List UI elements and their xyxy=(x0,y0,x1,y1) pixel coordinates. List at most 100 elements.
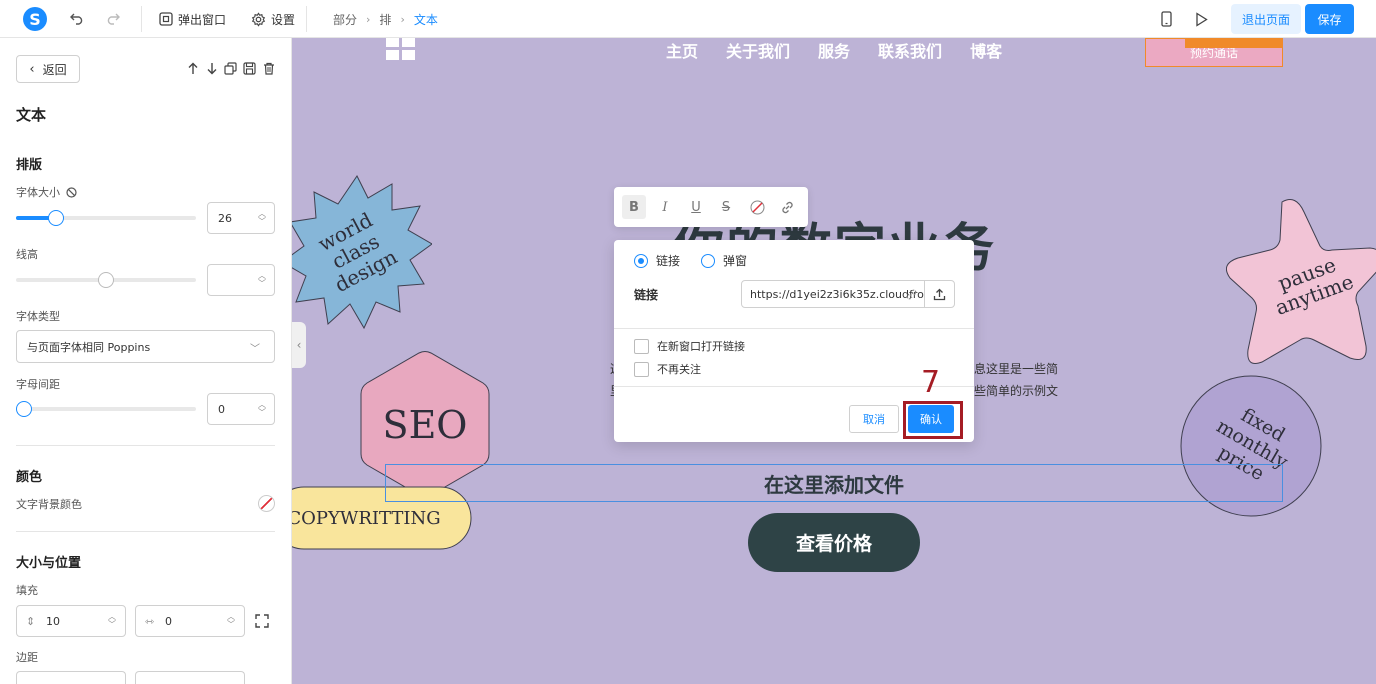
font-size-input[interactable]: 26 ︿ ﹀ xyxy=(207,202,275,234)
letter-spacing-slider[interactable] xyxy=(16,401,196,417)
upload-button[interactable] xyxy=(924,280,955,308)
no-color-swatch-icon[interactable] xyxy=(258,495,275,512)
back-button[interactable]: ‹ 返回 xyxy=(16,55,80,83)
underline-icon[interactable]: U xyxy=(684,195,708,219)
padding-vertical-input[interactable]: ⇕ 10 ︿ ﹀ xyxy=(16,605,126,637)
letter-spacing-value: 0 xyxy=(218,402,225,416)
selected-text-element[interactable]: 在这里添加文件 xyxy=(385,464,1283,502)
checkbox[interactable] xyxy=(634,361,649,377)
radio-dot-selected[interactable] xyxy=(634,253,648,268)
font-type-select[interactable]: 与页面字体相同 Poppins ﹀ xyxy=(16,330,275,363)
open-new-window-checkbox[interactable]: 在新窗口打开链接 xyxy=(634,338,745,354)
padding-horizontal-input[interactable]: ⇿ 0 ︿ ﹀ xyxy=(135,605,245,637)
font-size-label-text: 字体大小 xyxy=(16,186,60,199)
popup-button[interactable]: 弹出窗口 xyxy=(159,10,226,28)
move-up-icon[interactable] xyxy=(186,61,199,75)
divider xyxy=(16,531,275,532)
pause-anytime-sticker[interactable]: pause anytime xyxy=(1226,198,1376,368)
nav-item[interactable]: 博客 xyxy=(970,38,1002,62)
sticker-text: SEO xyxy=(383,403,468,447)
line-height-input[interactable]: ︿ ﹀ xyxy=(207,264,275,296)
checkbox[interactable] xyxy=(634,338,649,354)
text-format-toolbar: B I U S xyxy=(614,187,808,227)
stepper-icon[interactable]: ︿ ﹀ xyxy=(258,401,266,417)
divider xyxy=(614,328,974,329)
url-input[interactable]: https://d1yei2z3i6k35z.cloudfront.net xyxy=(741,280,925,308)
move-down-icon[interactable] xyxy=(205,61,218,75)
popup-label: 弹出窗口 xyxy=(178,12,227,27)
element-actions xyxy=(186,61,275,75)
line-height-slider[interactable] xyxy=(16,272,196,288)
divider xyxy=(16,445,275,446)
cancel-button[interactable]: 取消 xyxy=(849,405,899,433)
collapse-panel-handle[interactable]: ‹ xyxy=(292,322,306,368)
nofollow-checkbox[interactable]: 不再关注 xyxy=(634,361,701,377)
trash-icon[interactable] xyxy=(262,61,275,75)
save-block-icon[interactable] xyxy=(243,61,256,75)
checkbox-label: 在新窗口打开链接 xyxy=(657,340,745,353)
italic-icon[interactable]: I xyxy=(653,195,677,219)
exit-page-button[interactable]: 退出页面 xyxy=(1231,4,1301,34)
gear-icon xyxy=(251,11,266,27)
font-size-value: 26 xyxy=(218,211,232,225)
properties-panel: ‹ 返回 文本 排版 字体大小 26 ︿ ﹀ 线高 ︿ ﹀ 字体类型 与页面字体相同… xyxy=(0,38,292,684)
world-class-sticker[interactable]: world class design xyxy=(292,174,432,332)
step-highlight-box xyxy=(903,401,963,439)
padding-label: 填充 xyxy=(16,584,38,597)
chevron-right-icon: › xyxy=(366,13,371,26)
link-icon[interactable] xyxy=(775,195,799,219)
nav-item[interactable]: 服务 xyxy=(818,38,850,62)
typography-heading: 排版 xyxy=(16,158,43,173)
breadcrumb-item[interactable]: 部分 xyxy=(333,11,357,28)
color-heading: 颜色 xyxy=(16,470,43,485)
mobile-preview-icon[interactable] xyxy=(1157,10,1175,28)
undo-icon[interactable] xyxy=(68,10,86,28)
radio-popup[interactable]: 弹窗 xyxy=(701,252,747,269)
view-pricing-button[interactable]: 查看价格 xyxy=(748,513,920,572)
popup-icon xyxy=(159,12,173,26)
chevron-down-icon: ﹀ xyxy=(250,344,260,355)
line-height-label: 线高 xyxy=(16,248,38,261)
letter-spacing-input[interactable]: 0 ︿ ﹀ xyxy=(207,393,275,425)
nav-item[interactable]: 关于我们 xyxy=(726,38,790,62)
play-icon[interactable] xyxy=(1192,10,1210,28)
chevron-left-icon: ‹ xyxy=(29,61,35,77)
text-color-icon[interactable] xyxy=(745,195,769,219)
reset-icon[interactable] xyxy=(66,186,77,198)
strikethrough-icon[interactable]: S xyxy=(714,195,738,219)
stepper-icon[interactable]: ︿ ﹀ xyxy=(108,613,116,629)
unlink-icon[interactable] xyxy=(905,288,918,301)
stepper-icon[interactable]: ︿ ﹀ xyxy=(227,613,235,629)
bold-icon[interactable]: B xyxy=(622,195,646,219)
margin-input[interactable] xyxy=(16,671,126,684)
stepper-icon[interactable]: ︿ ﹀ xyxy=(258,210,266,226)
nav-item[interactable]: 联系我们 xyxy=(878,38,942,62)
upload-icon xyxy=(933,288,946,300)
copy-icon[interactable] xyxy=(224,61,237,75)
nav-item[interactable]: 主页 xyxy=(666,38,698,62)
site-logo-icon[interactable] xyxy=(386,38,416,60)
radio-link[interactable]: 链接 xyxy=(634,252,680,269)
breadcrumb-item[interactable]: 排 xyxy=(379,11,391,28)
back-label: 返回 xyxy=(42,62,67,77)
redo-icon[interactable] xyxy=(103,10,121,28)
radio-dot[interactable] xyxy=(701,253,715,268)
site-nav: 主页 关于我们 服务 联系我们 博客 xyxy=(666,38,1002,62)
checkbox-label: 不再关注 xyxy=(657,363,701,376)
expand-icon[interactable] xyxy=(255,614,269,628)
top-toolbar: S 弹出窗口 设置 部分 › 排 › 文本 退出页面 保存 xyxy=(0,0,1376,38)
size-position-heading: 大小与位置 xyxy=(16,556,82,571)
vertical-padding-icon: ⇕ xyxy=(26,614,36,628)
breadcrumb-item-current: 文本 xyxy=(413,13,438,27)
margin-input[interactable] xyxy=(135,671,245,684)
font-size-slider[interactable] xyxy=(16,210,196,226)
slider-knob[interactable] xyxy=(48,210,64,226)
save-button[interactable]: 保存 xyxy=(1305,4,1354,34)
app-logo[interactable]: S xyxy=(23,7,47,31)
element-tools[interactable] xyxy=(1185,38,1283,48)
settings-button[interactable]: 设置 xyxy=(251,10,295,28)
slider-knob[interactable] xyxy=(16,401,32,417)
slider-knob[interactable] xyxy=(98,272,114,288)
stepper-icon[interactable]: ︿ ﹀ xyxy=(258,272,266,288)
link-field-label: 链接 xyxy=(634,288,659,302)
